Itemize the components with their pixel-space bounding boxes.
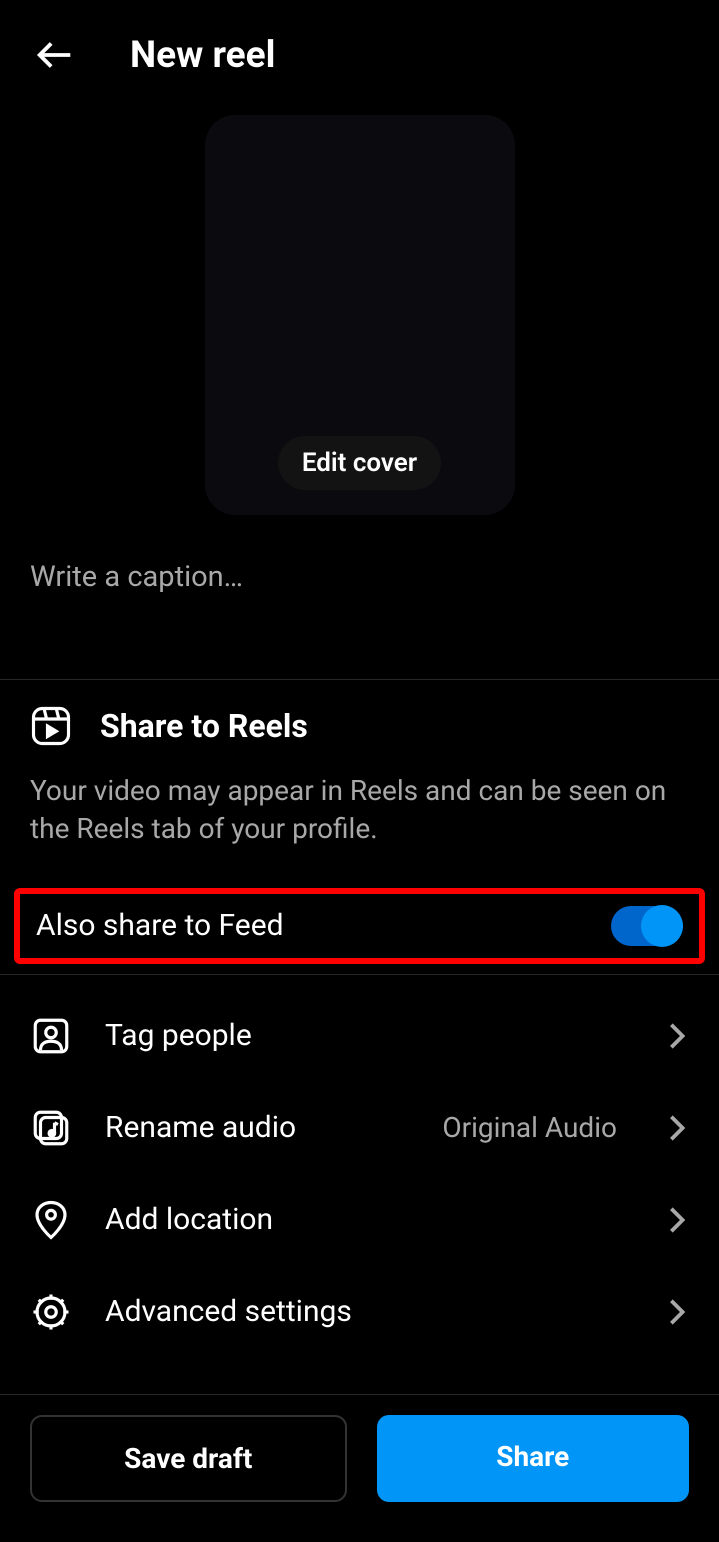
rename-audio-label: Rename audio: [105, 1110, 409, 1145]
chevron-right-icon: [665, 1116, 689, 1140]
gear-icon: [30, 1291, 72, 1333]
caption-area[interactable]: Write a caption…: [0, 530, 719, 679]
arrow-left-icon: [32, 32, 78, 78]
reel-preview[interactable]: Edit cover: [205, 115, 515, 515]
chevron-right-icon: [665, 1024, 689, 1048]
rename-audio-icon: [30, 1107, 72, 1149]
preview-container: Edit cover: [0, 110, 719, 530]
back-button[interactable]: [30, 30, 80, 80]
share-to-reels-description: Your video may appear in Reels and can b…: [30, 772, 689, 848]
save-draft-button[interactable]: Save draft: [30, 1415, 347, 1502]
options-list: Tag people Rename audio Original Audio: [0, 990, 719, 1358]
share-to-reels-title: Share to Reels: [100, 707, 308, 745]
rename-audio-row[interactable]: Rename audio Original Audio: [0, 1082, 719, 1174]
caption-input[interactable]: Write a caption…: [30, 560, 689, 594]
rename-audio-value: Original Audio: [442, 1111, 617, 1144]
chevron-right-icon: [665, 1300, 689, 1324]
chevron-right-icon: [665, 1208, 689, 1232]
page-title: New reel: [130, 34, 275, 77]
feed-toggle[interactable]: [611, 906, 683, 946]
reels-icon: [30, 705, 72, 747]
edit-cover-button[interactable]: Edit cover: [278, 436, 441, 490]
tag-people-row[interactable]: Tag people: [0, 990, 719, 1082]
feed-toggle-label: Also share to Feed: [36, 908, 284, 943]
tag-people-icon: [30, 1015, 72, 1057]
add-location-row[interactable]: Add location: [0, 1174, 719, 1266]
divider: [0, 974, 719, 975]
advanced-settings-row[interactable]: Advanced settings: [0, 1266, 719, 1358]
location-icon: [30, 1199, 72, 1241]
bottom-bar: Save draft Share: [0, 1394, 719, 1522]
share-to-reels-section: Share to Reels Your video may appear in …: [0, 680, 719, 873]
also-share-to-feed-row: Also share to Feed: [14, 888, 705, 964]
advanced-settings-label: Advanced settings: [105, 1294, 632, 1329]
add-location-label: Add location: [105, 1202, 632, 1237]
section-header: Share to Reels: [30, 705, 689, 747]
share-button[interactable]: Share: [377, 1415, 690, 1502]
tag-people-label: Tag people: [105, 1018, 632, 1053]
toggle-knob: [641, 905, 683, 947]
header: New reel: [0, 0, 719, 110]
